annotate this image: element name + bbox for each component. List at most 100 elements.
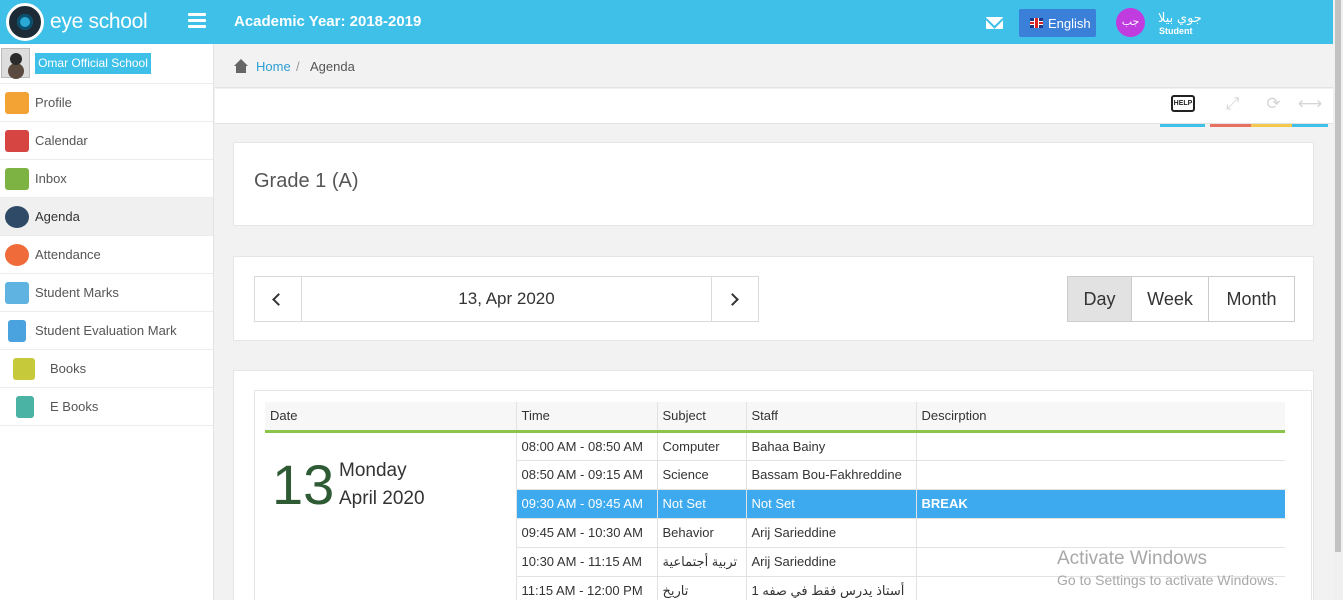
horizontal-arrows-icon: ⟷ [1297,94,1323,113]
sidebar-item-label: Inbox [35,171,67,186]
staff-cell: Bahaa Bainy [746,431,917,461]
width-toggle-color-bar [1292,124,1328,127]
sidebar-item-label: Student Evaluation Mark [35,323,177,338]
previous-day-button[interactable] [255,277,302,321]
user-role: Student [1159,26,1193,36]
page-scrollbar[interactable] [1333,0,1343,600]
chevron-left-icon [272,293,285,306]
sidebar-item-label: Agenda [35,209,80,224]
description-cell [916,460,1285,490]
logo-text[interactable]: eye school [50,10,148,34]
column-header-time: Time [516,402,658,433]
class-title: Grade 1 (A) [254,170,359,192]
uk-flag-icon [1030,18,1043,28]
staff-cell: Arij Sarieddine [746,547,917,577]
sidebar-item-label: Books [50,361,87,376]
description-cell: BREAK [916,489,1285,519]
user-avatar[interactable]: جب [1116,8,1145,37]
sidebar-item-agenda[interactable]: Agenda [0,198,213,236]
refresh-icon: ⟳ [1266,94,1281,113]
breadcrumb-home-link[interactable]: Home [256,59,291,74]
watermark-subtitle: Go to Settings to activate Windows. [1057,572,1278,588]
books-icon [13,358,35,380]
day-view-button[interactable]: Day [1068,277,1132,321]
school-name-badge[interactable]: Omar Official School [35,53,151,74]
sidebar-item-label: Calendar [35,133,88,148]
width-toggle-button[interactable]: ⟷ [1292,89,1328,127]
subject-cell: Computer [657,431,747,461]
panel-toolbar: HELP ⤢ ⟳ ⟷ [215,89,1333,127]
subject-cell: تاريخ [657,576,747,600]
time-cell: 08:50 AM - 09:15 AM [516,460,658,490]
agenda-icon [5,206,29,228]
breadcrumb: Home / Agenda [215,44,1333,88]
staff-cell: أستاذ يدرس فقط في صفه 1 [746,576,917,600]
home-icon[interactable] [233,59,248,73]
next-day-button[interactable] [711,277,758,321]
time-cell: 11:15 AM - 12:00 PM [516,576,658,600]
time-cell: 08:00 AM - 08:50 AM [516,431,658,461]
column-header-date: Date [265,402,517,433]
month-year: April 2020 [339,487,425,509]
chevron-right-icon [726,293,739,306]
sidebar-item-label: Attendance [35,247,101,262]
time-cell: 10:30 AM - 11:15 AM [516,547,658,577]
sidebar-item-calendar[interactable]: Calendar [0,122,213,160]
breadcrumb-separator: / [296,59,300,74]
refresh-button[interactable]: ⟳ [1251,89,1296,127]
sidebar-item-inbox[interactable]: Inbox [0,160,213,198]
sidebar-item-student-marks[interactable]: Student Marks [0,274,213,312]
breadcrumb-current: Agenda [310,59,355,74]
view-switcher: Day Week Month [1067,276,1295,322]
table-row[interactable]: 13 Monday April 2020 08:00 AM - 08:50 AM… [265,431,1285,600]
hamburger-menu-icon[interactable] [188,13,206,29]
academic-year: Academic Year: 2018-2019 [234,13,422,30]
e-books-icon [16,396,34,418]
watermark-title: Activate Windows [1057,548,1207,569]
time-cell: 09:45 AM - 10:30 AM [516,518,658,548]
mail-icon[interactable] [986,17,1003,29]
agenda-date-cell: 13 Monday April 2020 [265,431,517,600]
time-cell: 09:30 AM - 09:45 AM [516,489,658,519]
student-marks-icon [5,282,29,304]
refresh-color-bar [1251,124,1296,127]
description-cell [916,518,1285,548]
help-button[interactable]: HELP [1160,89,1205,127]
school-header: Omar Official School [0,44,213,84]
help-color-bar [1160,124,1205,127]
scrollbar-thumb[interactable] [1335,0,1341,552]
expand-icon: ⤢ [1225,94,1240,113]
table-header-row: Date Time Subject Staff Descirption [265,402,1285,433]
windows-activation-watermark: Activate Windows Go to Settings to activ… [1057,548,1278,588]
sidebar-item-label: E Books [50,399,99,414]
eye-school-logo[interactable] [6,3,44,41]
subject-cell: Not Set [657,489,747,519]
date-navigation-panel: 13, Apr 2020 Day Week Month [233,256,1314,341]
sidebar: Omar Official School Profile Calendar In… [0,44,214,600]
fullscreen-color-bar [1210,124,1255,127]
class-panel: Grade 1 (A) [233,142,1314,226]
current-date: 13, Apr 2020 [458,289,555,308]
sidebar-item-student-evaluation-mark[interactable]: Student Evaluation Mark [0,312,213,350]
weekday-name: Monday [339,459,407,481]
column-header-staff: Staff [746,402,917,433]
attendance-icon [5,244,29,266]
column-header-subject: Subject [657,402,747,433]
calendar-icon [5,130,29,152]
subject-cell: تربية أجتماعية [657,547,747,577]
sidebar-item-books[interactable]: Books [0,350,213,388]
sidebar-item-e-books[interactable]: E Books [0,388,213,426]
week-view-button[interactable]: Week [1132,277,1209,321]
sidebar-item-profile[interactable]: Profile [0,84,213,122]
sidebar-item-attendance[interactable]: Attendance [0,236,213,274]
language-button[interactable]: English [1019,9,1096,37]
date-navigator: 13, Apr 2020 [254,276,759,322]
month-view-button[interactable]: Month [1209,277,1294,321]
fullscreen-button[interactable]: ⤢ [1210,89,1255,127]
day-number: 13 [272,452,335,516]
user-name[interactable]: جوي بيلا [1158,10,1202,26]
staff-cell: Bassam Bou-Fakhreddine [746,460,917,490]
sidebar-item-label: Profile [35,95,72,110]
profile-icon [5,92,29,114]
subject-cell: Science [657,460,747,490]
